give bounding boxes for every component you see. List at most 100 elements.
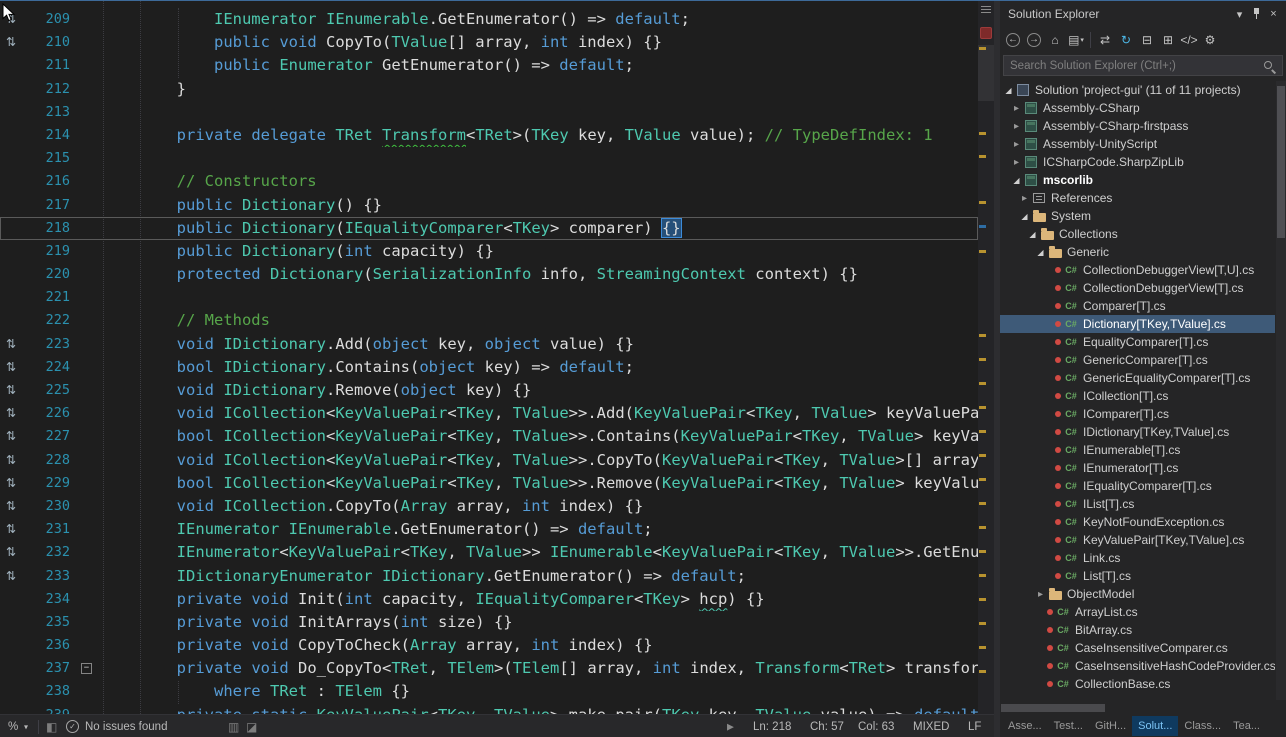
tree-item-solution-project-gui-11-of-11-projects[interactable]: ◢Solution 'project-gui' (11 of 11 projec… <box>1000 81 1275 99</box>
code-line-215[interactable]: 215 <box>0 147 978 170</box>
code-content[interactable]: protected Dictionary(SerializationInfo i… <box>102 263 978 286</box>
panel-hscroll-thumb[interactable] <box>1001 704 1105 712</box>
tree-item-references[interactable]: ▸References <box>1000 189 1275 207</box>
implements-glyph-icon[interactable]: ⇅ <box>0 379 22 402</box>
code-content[interactable]: void IDictionary.Remove(object key) {} <box>102 379 978 402</box>
expander-icon[interactable]: ▸ <box>1034 589 1047 600</box>
implements-glyph-icon[interactable]: ⇅ <box>0 541 22 564</box>
tree-item-iequalitycomparer-t-cs[interactable]: C#IEqualityComparer[T].cs <box>1000 477 1275 495</box>
tab-class-view[interactable]: Class... <box>1178 716 1227 736</box>
tree-item-collectiondebuggerview-t-u-cs[interactable]: C#CollectionDebuggerView[T,U].cs <box>1000 261 1275 279</box>
expander-icon[interactable]: ▸ <box>1018 193 1031 204</box>
code-content[interactable]: public void CopyTo(TValue[] array, int i… <box>102 31 978 54</box>
implements-glyph-icon[interactable]: ⇅ <box>0 356 22 379</box>
expander-icon[interactable]: ◢ <box>1002 86 1015 95</box>
panel-vscroll-thumb[interactable] <box>1277 86 1285 238</box>
code-line-212[interactable]: 212 } <box>0 78 978 101</box>
status-line-number[interactable]: Ln: 218 <box>753 721 791 733</box>
view-code-icon[interactable]: </> <box>1179 30 1199 50</box>
navigate-forward-icon[interactable]: → <box>1024 30 1044 50</box>
code-line-219[interactable]: 219 public Dictionary(int capacity) {} <box>0 240 978 263</box>
tree-item-dictionary-tkey-tvalue-cs[interactable]: C#Dictionary[TKey,TValue].cs <box>1000 315 1275 333</box>
tree-item-collections[interactable]: ◢Collections <box>1000 225 1275 243</box>
panel-horizontal-scrollbar[interactable] <box>1000 702 1286 714</box>
expander-icon[interactable]: ▸ <box>1010 103 1023 114</box>
implements-glyph-icon[interactable]: ⇅ <box>0 495 22 518</box>
expander-icon[interactable]: ▸ <box>1010 121 1023 132</box>
code-line-222[interactable]: 222 // Methods <box>0 309 978 332</box>
search-input[interactable] <box>1003 55 1283 76</box>
code-line-229[interactable]: ⇅229 bool ICollection<KeyValuePair<TKey,… <box>0 472 978 495</box>
tab-solution-explorer[interactable]: Solut... <box>1132 716 1178 736</box>
implements-glyph-icon[interactable]: ⇅ <box>0 402 22 425</box>
tree-item-collectiondebuggerview-t-cs[interactable]: C#CollectionDebuggerView[T].cs <box>1000 279 1275 297</box>
tree-item-mscorlib[interactable]: ◢mscorlib <box>1000 171 1275 189</box>
tab-github[interactable]: GitH... <box>1089 716 1132 736</box>
refresh-icon[interactable]: ↻ <box>1116 30 1136 50</box>
implements-glyph-icon[interactable]: ⇅ <box>0 425 22 448</box>
line-number[interactable]: 215 <box>22 147 76 170</box>
code-content[interactable]: IDictionaryEnumerator IDictionary.GetEnu… <box>102 565 978 588</box>
expander-icon[interactable]: ▸ <box>1010 139 1023 150</box>
line-number[interactable]: 225 <box>22 379 76 402</box>
tree-item-equalitycomparer-t-cs[interactable]: C#EqualityComparer[T].cs <box>1000 333 1275 351</box>
hscroll-right-arrow-icon[interactable]: ▶ <box>727 721 734 732</box>
code-line-214[interactable]: 214 private delegate TRet Transform<TRet… <box>0 124 978 147</box>
expander-icon[interactable]: ▸ <box>1010 157 1023 168</box>
line-number[interactable]: 212 <box>22 78 76 101</box>
code-line-213[interactable]: 213 <box>0 101 978 124</box>
status-indicator-icon-2[interactable]: ◪ <box>246 720 257 734</box>
code-content[interactable]: } <box>102 78 978 101</box>
tree-item-genericcomparer-t-cs[interactable]: C#GenericComparer[T].cs <box>1000 351 1275 369</box>
code-content[interactable]: public Dictionary() {} <box>102 194 978 217</box>
code-line-227[interactable]: ⇅227 bool ICollection<KeyValuePair<TKey,… <box>0 425 978 448</box>
line-number[interactable]: 236 <box>22 634 76 657</box>
search-icon[interactable] <box>1263 60 1276 73</box>
line-number[interactable]: 230 <box>22 495 76 518</box>
line-number[interactable]: 216 <box>22 170 76 193</box>
status-char-number[interactable]: Ch: 57 <box>810 721 844 733</box>
tree-item-icomparer-t-cs[interactable]: C#IComparer[T].cs <box>1000 405 1275 423</box>
panel-vertical-scrollbar[interactable] <box>1276 81 1286 700</box>
tree-item-assembly-csharp-firstpass[interactable]: ▸Assembly-CSharp-firstpass <box>1000 117 1275 135</box>
code-line-225[interactable]: ⇅225 void IDictionary.Remove(object key)… <box>0 379 978 402</box>
window-position-icon[interactable]: ▾ <box>1231 8 1248 21</box>
code-line-228[interactable]: ⇅228 void ICollection<KeyValuePair<TKey,… <box>0 449 978 472</box>
scrollbar-thumb[interactable] <box>978 45 994 101</box>
panel-title-bar[interactable]: Solution Explorer ▾ × <box>1000 1 1286 27</box>
status-line-ending[interactable]: LF <box>968 721 981 733</box>
code-line-238[interactable]: 238 where TRet : TElem {} <box>0 680 978 703</box>
line-number[interactable]: 234 <box>22 588 76 611</box>
code-line-218[interactable]: 218 public Dictionary(IEqualityComparer<… <box>0 217 978 240</box>
line-number[interactable]: 235 <box>22 611 76 634</box>
tree-item-icollection-t-cs[interactable]: C#ICollection[T].cs <box>1000 387 1275 405</box>
code-content[interactable] <box>102 147 978 170</box>
line-number[interactable]: 217 <box>22 194 76 217</box>
line-number[interactable]: 214 <box>22 124 76 147</box>
sync-with-active-document-icon[interactable]: ⇄ <box>1095 30 1115 50</box>
code-content[interactable]: bool ICollection<KeyValuePair<TKey, TVal… <box>102 472 978 495</box>
collapse-all-icon[interactable]: ⊟ <box>1137 30 1157 50</box>
line-number[interactable]: 232 <box>22 541 76 564</box>
implements-glyph-icon[interactable]: ⇅ <box>0 449 22 472</box>
line-number[interactable]: 213 <box>22 101 76 124</box>
code-content[interactable]: void ICollection<KeyValuePair<TKey, TVal… <box>102 449 978 472</box>
tree-item-ienumerator-t-cs[interactable]: C#IEnumerator[T].cs <box>1000 459 1275 477</box>
status-column-number[interactable]: Col: 63 <box>858 721 894 733</box>
tree-item-assembly-unityscript[interactable]: ▸Assembly-UnityScript <box>1000 135 1275 153</box>
code-line-217[interactable]: 217 public Dictionary() {} <box>0 194 978 217</box>
code-content[interactable] <box>102 101 978 124</box>
line-number[interactable]: 238 <box>22 680 76 703</box>
code-line-230[interactable]: ⇅230 void ICollection.CopyTo(Array array… <box>0 495 978 518</box>
no-issues-label[interactable]: No issues found <box>85 721 167 733</box>
code-line-223[interactable]: ⇅223 void IDictionary.Add(object key, ob… <box>0 333 978 356</box>
tree-item-comparer-t-cs[interactable]: C#Comparer[T].cs <box>1000 297 1275 315</box>
line-number[interactable]: 209 <box>22 8 76 31</box>
code-line-224[interactable]: ⇅224 bool IDictionary.Contains(object ke… <box>0 356 978 379</box>
tree-item-link-cs[interactable]: C#Link.cs <box>1000 549 1275 567</box>
code-content[interactable]: bool ICollection<KeyValuePair<TKey, TVal… <box>102 425 978 448</box>
tree-item-idictionary-tkey-tvalue-cs[interactable]: C#IDictionary[TKey,TValue].cs <box>1000 423 1275 441</box>
tree-item-icsharpcode-sharpziplib[interactable]: ▸ICSharpCode.SharpZipLib <box>1000 153 1275 171</box>
code-content[interactable]: private void InitArrays(int size) {} <box>102 611 978 634</box>
code-content[interactable]: private void Do_CopyTo<TRet, TElem>(TEle… <box>102 657 978 680</box>
